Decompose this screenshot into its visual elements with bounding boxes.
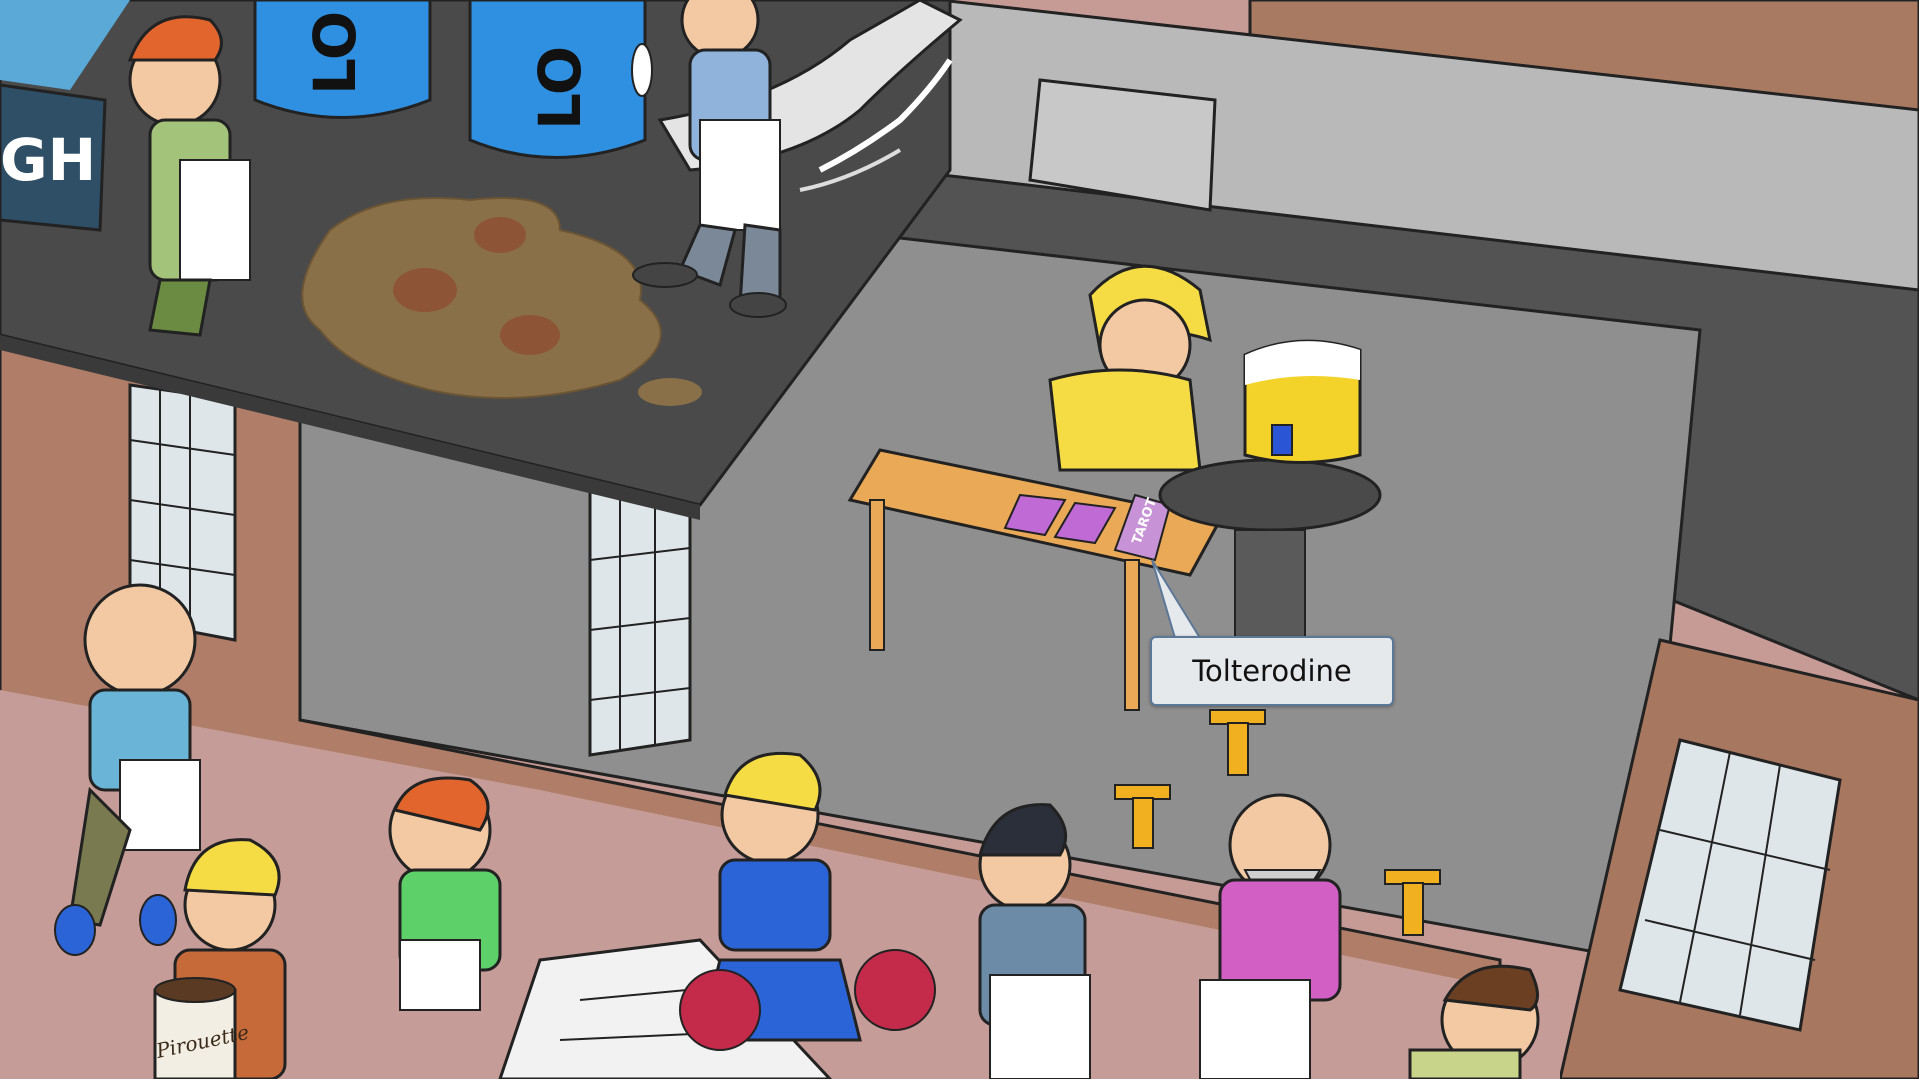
hover-tooltip: Tolterodine [1150, 636, 1394, 706]
tooltip-label: Tolterodine [1192, 654, 1352, 688]
shop-sign-text: GH [0, 126, 96, 194]
shop-sign[interactable]: GH [0, 83, 107, 232]
tank-right-text: LO [526, 46, 594, 130]
blue-tank-left[interactable]: LO [253, 0, 432, 119]
blue-tank-right[interactable]: LO [468, 0, 653, 159]
pom-pom-left [679, 969, 761, 1051]
window-center [588, 473, 692, 757]
game-scene[interactable]: GH LO LO TAROT Pirouette [0, 0, 1919, 1079]
tank-left-text: LO [301, 11, 369, 95]
pirouette-can[interactable]: Pirouette [153, 977, 251, 1079]
pom-pom-right [854, 949, 936, 1031]
